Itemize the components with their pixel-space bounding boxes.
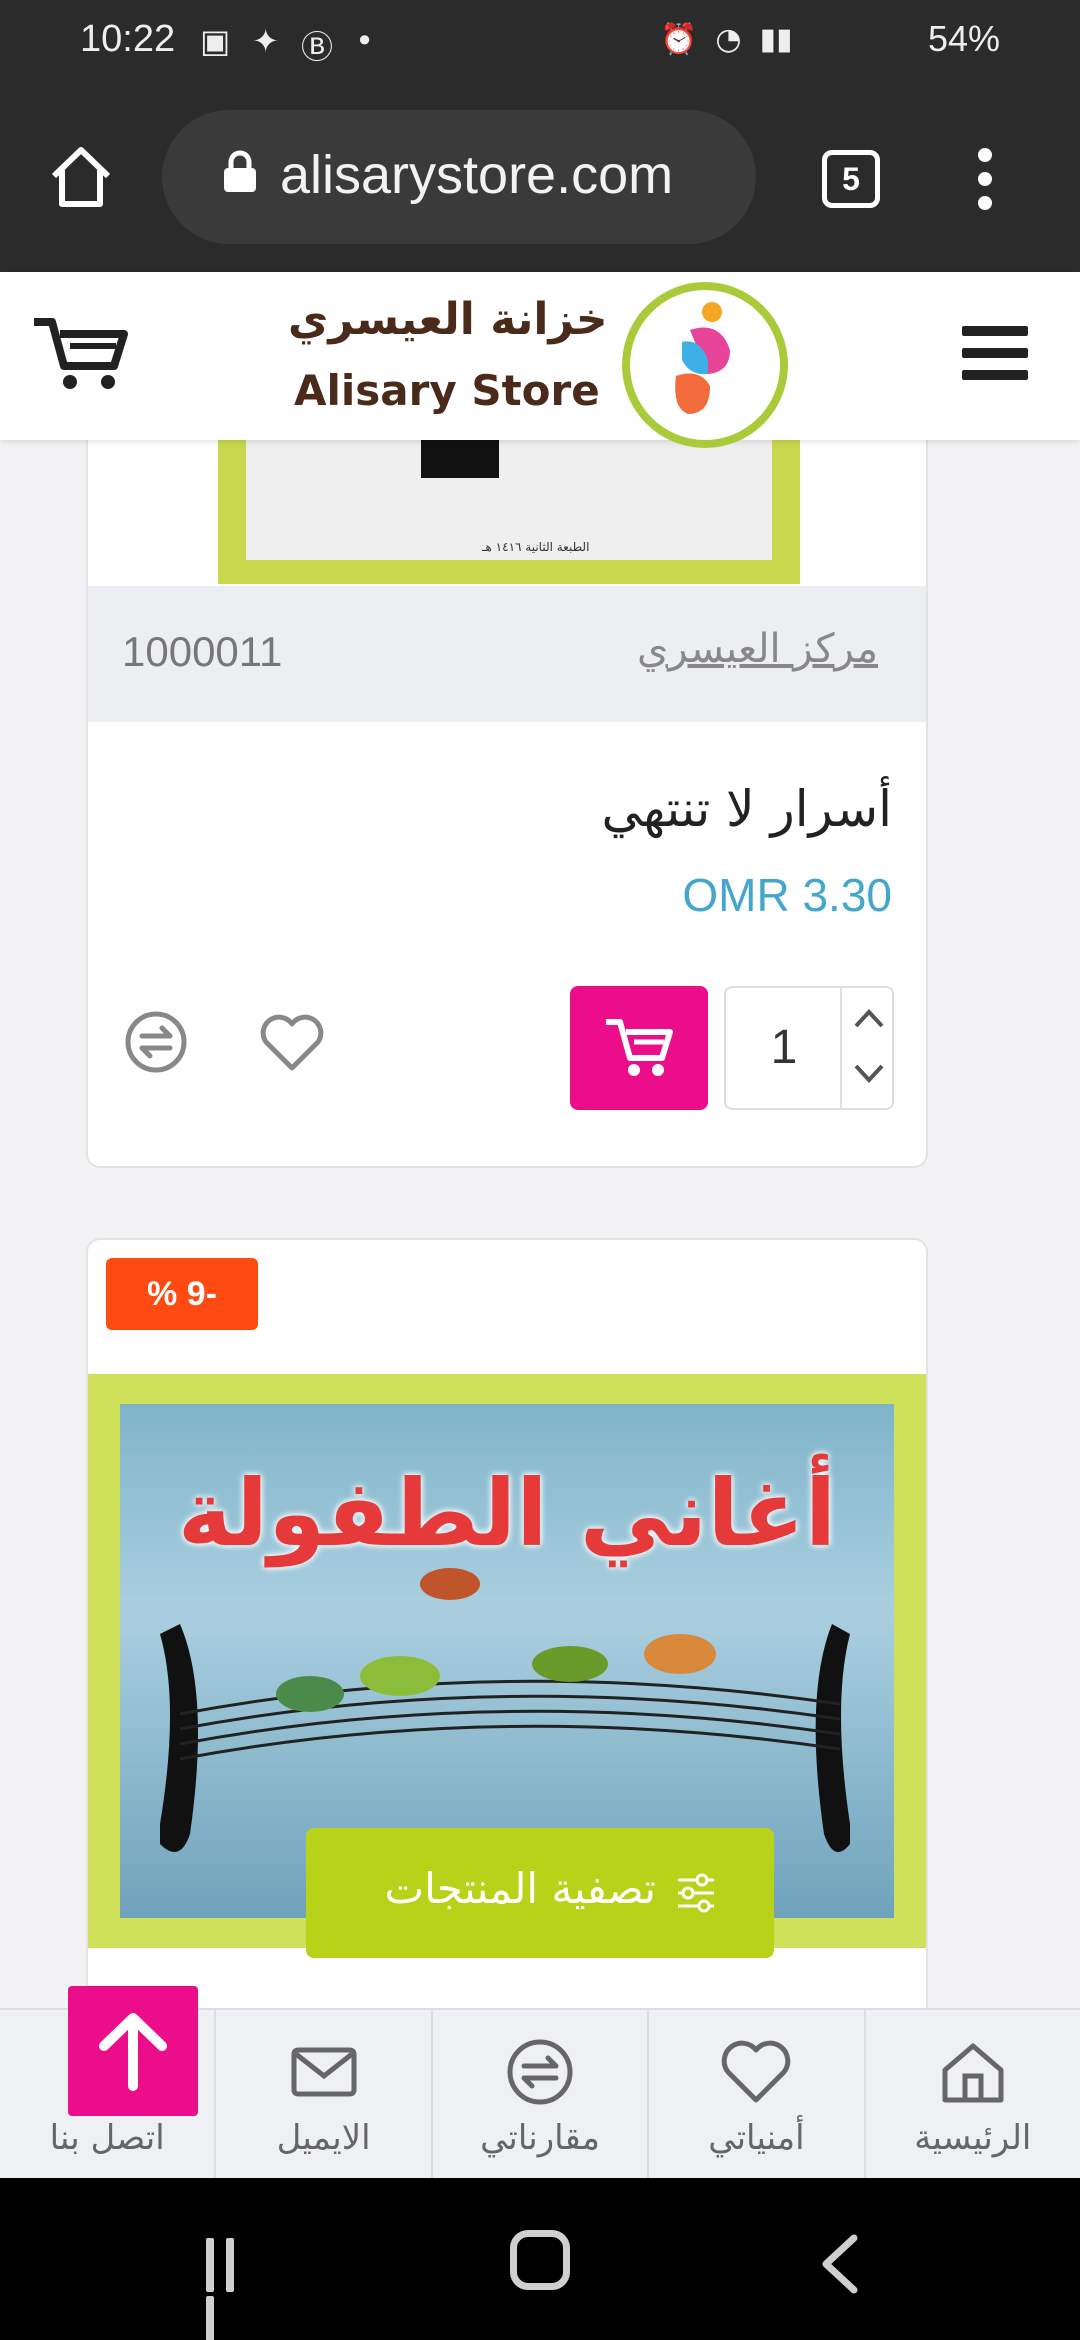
filter-products-button[interactable]: تصفية المنتجات: [306, 1828, 774, 1958]
discount-badge: -9 %: [106, 1258, 258, 1330]
url-text: alisarystore.com: [280, 145, 674, 205]
notification-icons: ▣ ✦ Ⓑ •: [200, 22, 374, 68]
image-icon: ▣: [200, 22, 231, 60]
home-icon: [942, 2043, 1004, 2103]
compare-icon[interactable]: [124, 1010, 188, 1074]
product-price: OMR 3.30: [682, 869, 892, 921]
sliders-icon: [678, 1873, 714, 1913]
product-card: الطبعة الثانية ١٤١٦ هـ 1000011 مركز العي…: [86, 440, 928, 1168]
nav-label: اتصل بنا: [49, 2118, 165, 2158]
nav-label: الايميل: [276, 2118, 371, 2158]
arrow-up-icon: [99, 2013, 167, 2091]
nav-wishlist[interactable]: أمنياتي: [649, 2010, 866, 2178]
logo-mark-icon: [675, 302, 730, 414]
status-bar: 10:22 ▣ ✦ Ⓑ • ⏰ ◔ ▮▮ 54%: [0, 0, 1080, 88]
compare-icon: [507, 2039, 573, 2105]
nav-label: مقارناتي: [480, 2118, 600, 2158]
quantity-value[interactable]: 1: [726, 1020, 842, 1075]
browser-home-icon[interactable]: [48, 144, 114, 210]
nav-label: الرئيسية: [914, 2118, 1032, 2158]
heart-icon[interactable]: [258, 1012, 326, 1074]
brand-name-english[interactable]: Alisary Store: [294, 366, 600, 415]
back-icon[interactable]: [818, 2234, 862, 2294]
android-home-icon[interactable]: [510, 2230, 570, 2290]
twitter-icon: ✦: [252, 22, 280, 60]
site-header: خزانة العيسري Alisary Store: [0, 272, 1080, 448]
quantity-stepper[interactable]: 1: [724, 986, 894, 1110]
signal-icon: ▮▮: [759, 22, 793, 57]
alarm-icon: ⏰: [660, 22, 698, 57]
heart-icon: [722, 2040, 791, 2103]
filter-label: تصفية المنتجات: [384, 1864, 656, 1913]
product-brand-link[interactable]: مركز العيسري: [637, 626, 878, 672]
product-title[interactable]: أسرار لا تنتهي: [601, 780, 892, 838]
chevron-down-icon[interactable]: [850, 1054, 888, 1092]
brand-name-arabic[interactable]: خزانة العيسري: [288, 294, 608, 345]
nav-label: أمنياتي: [708, 2118, 805, 2158]
cart-icon: [606, 1019, 673, 1076]
hamburger-menu-icon[interactable]: [962, 326, 1028, 382]
dot-icon: •: [355, 22, 374, 60]
b-icon: Ⓑ: [301, 28, 334, 66]
browser-toolbar: alisarystore.com 5: [0, 88, 1080, 272]
nav-home[interactable]: الرئيسية: [866, 2010, 1080, 2178]
wifi-icon: ◔: [715, 22, 742, 57]
tab-switcher-button[interactable]: 5: [822, 150, 880, 208]
nav-compare[interactable]: مقارناتي: [433, 2010, 650, 2178]
cart-icon[interactable]: [30, 312, 130, 392]
battery-level: 54%: [927, 18, 1000, 59]
back-to-top-button[interactable]: [68, 1986, 198, 2116]
product-meta: 1000011 مركز العيسري: [88, 586, 926, 722]
quantity-arrows: [840, 988, 894, 1108]
nav-email[interactable]: الايميل: [216, 2010, 433, 2178]
cover-shape: [421, 440, 499, 478]
product-sku: 1000011: [122, 628, 283, 675]
add-to-cart-button[interactable]: [570, 986, 708, 1110]
system-icons: ⏰ ◔ ▮▮: [660, 22, 793, 57]
product-image[interactable]: الطبعة الثانية ١٤١٦ هـ: [218, 440, 800, 584]
lock-icon: [224, 150, 256, 192]
chevron-up-icon[interactable]: [850, 1000, 888, 1038]
android-navigation-bar: [0, 2178, 1080, 2340]
site-logo[interactable]: [622, 282, 788, 448]
cover-art: الطبعة الثانية ١٤١٦ هـ: [246, 440, 772, 560]
cover-caption: الطبعة الثانية ١٤١٦ هـ: [482, 540, 590, 554]
browser-menu-icon[interactable]: [978, 148, 994, 212]
address-bar[interactable]: alisarystore.com: [162, 110, 756, 244]
status-time: 10:22: [80, 18, 176, 60]
envelope-icon: [291, 2047, 357, 2097]
recent-apps-icon[interactable]: [206, 2238, 262, 2340]
